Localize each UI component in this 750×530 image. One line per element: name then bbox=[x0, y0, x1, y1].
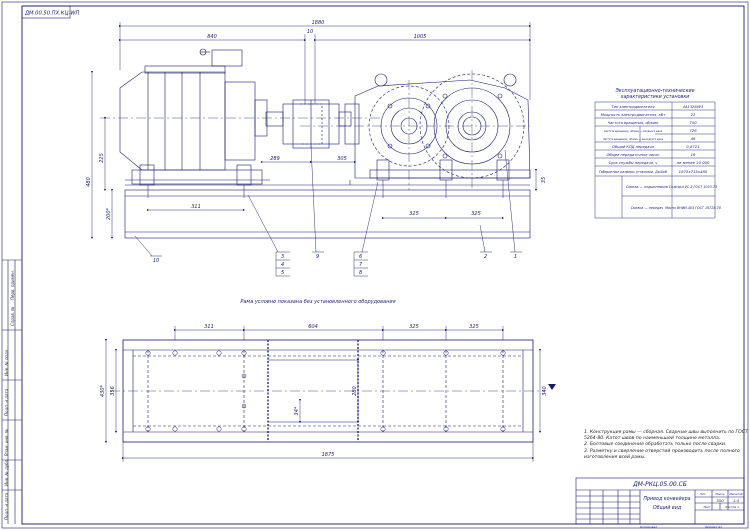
dim-reducer-bolts-2: 325 bbox=[471, 211, 481, 217]
table-row-0-value: 22 bbox=[691, 112, 696, 117]
table-row-2-label: Частота вращения, об/мин — входного вала bbox=[604, 129, 663, 133]
dim-coupling: 289 bbox=[270, 156, 280, 162]
plan-dim-width: 430* bbox=[100, 384, 106, 397]
callout-6: 6 bbox=[359, 254, 362, 260]
side-label-2: Инв. № дубл. bbox=[4, 458, 9, 486]
copied-label: Копировал bbox=[640, 525, 657, 529]
table-row-3-value: 46 bbox=[691, 136, 696, 141]
plan-dim-total: 1875 bbox=[322, 452, 335, 458]
format-label: Формат А1 bbox=[705, 525, 722, 529]
sheet-text: Лист bbox=[702, 505, 711, 509]
table-row-7-value: 1875х715х480 bbox=[679, 169, 708, 174]
coupling bbox=[265, 99, 352, 149]
side-label-3: Взам. инв. № bbox=[4, 428, 9, 456]
dim-shaft-height: 225 bbox=[99, 153, 105, 163]
table-header-label: Тип электродвигателя bbox=[611, 105, 655, 109]
table-title-1: Эксплуатационно-технические bbox=[614, 88, 694, 94]
table-row-8-value: Солидол УС-2 ГОСТ 1033-73 bbox=[669, 185, 717, 189]
dim-motor: 840 bbox=[207, 34, 217, 40]
side-label-5: Инв. № подл. bbox=[4, 348, 9, 376]
plan-dim-mid: 280 bbox=[352, 386, 358, 396]
callout-9: 9 bbox=[316, 254, 319, 260]
table-row-2-value: 726 bbox=[689, 128, 697, 133]
sheets-text: Листов 1 bbox=[724, 505, 739, 509]
side-label-7: Перв. примен. bbox=[10, 269, 15, 300]
drawing-sheet: ДМ.00.50.ПХ.КЦ-WП 1880 840 10 1005 289 3… bbox=[0, 0, 750, 530]
table-row-5-value: 16 bbox=[691, 152, 696, 157]
dim-right-height: 35 bbox=[541, 177, 547, 183]
tech-notes: 1. Конструкция рамы — сборная. Сварные ш… bbox=[584, 430, 748, 461]
callout-1: 1 bbox=[514, 254, 517, 260]
side-label-6: Справ. № bbox=[10, 306, 15, 326]
table-row-9-label: Смазка — передач bbox=[631, 206, 664, 210]
dim-reducer-bolts-1: 325 bbox=[409, 211, 419, 217]
table-row-9-value: Масло ВНИИ-403 ГОСТ 16728-78 bbox=[665, 206, 721, 210]
dim-overall: 1880 bbox=[312, 20, 325, 26]
plan-dim-2: 604 bbox=[308, 324, 318, 330]
scale-value: 1:4 bbox=[733, 498, 740, 503]
dim-frame-height: 200* bbox=[106, 207, 112, 220]
table-row-7-label: Габаритные размеры установки, ДхШхВ bbox=[599, 170, 667, 174]
mass-label: Масса bbox=[716, 492, 725, 496]
table-row-3-label: Частота вращения, об/мин — выходного вал… bbox=[603, 137, 664, 141]
plan-dim-small: 34* bbox=[294, 406, 300, 415]
dim-hub: 305 bbox=[337, 156, 347, 162]
callout-8: 8 bbox=[359, 270, 362, 276]
table-row-0-label: Мощность электродвигателя, кВт bbox=[601, 113, 666, 117]
note-line-5: изготовления всей рамы. bbox=[584, 454, 646, 460]
dim-left-bolts: 311 bbox=[191, 204, 201, 210]
plan-dim-1: 311 bbox=[204, 324, 214, 330]
callout-7: 7 bbox=[359, 262, 363, 268]
title-line-2: Общий вид bbox=[653, 505, 682, 511]
callout-10: 10 bbox=[153, 258, 159, 264]
table-row-5-label: Общее передаточное число bbox=[607, 153, 661, 157]
table-row-1-label: Частота вращения, об/мин bbox=[608, 121, 659, 125]
dim-gap: 10 bbox=[307, 29, 313, 35]
callout-2: 2 bbox=[484, 254, 487, 260]
side-label-4: Подп. и дата bbox=[4, 388, 9, 416]
base-frame-side bbox=[124, 179, 531, 239]
table-row-8-label: Смазка — подшипников bbox=[626, 185, 668, 189]
gear-reducer bbox=[300, 70, 531, 190]
callout-5: 5 bbox=[281, 270, 284, 276]
note-line-3: 2. Болтовые соединения обработать только… bbox=[584, 442, 727, 448]
table-title-2: характеристики установки bbox=[620, 95, 690, 100]
table-header-value: 4A132S6У3 bbox=[683, 105, 704, 109]
title-line-1: Привод конвейера bbox=[643, 496, 690, 502]
plan-dim-3: 325 bbox=[409, 324, 419, 330]
plan-dim-inner: 356 bbox=[110, 386, 116, 396]
callout-leaders bbox=[134, 145, 522, 277]
plan-bolt-holes bbox=[145, 350, 506, 432]
side-label-1: Подп. и дата bbox=[4, 492, 9, 520]
note-line-4: 3. Разметку и сверление отверстий произв… bbox=[584, 448, 740, 454]
callout-4: 4 bbox=[281, 262, 284, 268]
corner-code: ДМ.00.50.ПХ.КЦ-WП bbox=[24, 11, 79, 17]
callout-3: 3 bbox=[281, 254, 284, 260]
table-row-4-label: Общий КПД передачи bbox=[612, 145, 654, 149]
lit-label: Лит. bbox=[699, 492, 707, 496]
anchor-bolts bbox=[147, 180, 504, 198]
stamp-code: ДМ-РКЦ.05.00.СБ bbox=[632, 481, 687, 488]
table-row-4-value: 0,8721 bbox=[686, 144, 699, 149]
scale-label: Масштаб bbox=[729, 492, 743, 496]
mass-value: 350 bbox=[716, 498, 724, 503]
dim-reducer: 1005 bbox=[414, 34, 427, 40]
table-row-6-value: не менее 10 000 bbox=[677, 160, 710, 165]
plan-dim-4: 325 bbox=[469, 324, 479, 330]
dim-height: 480 bbox=[86, 177, 92, 187]
frame-caption: Рама условно показана без установленного… bbox=[240, 299, 395, 305]
plan-dim-right: 340 bbox=[542, 386, 548, 396]
table-row-1-value: 750 bbox=[689, 120, 697, 125]
electric-motor bbox=[100, 48, 380, 186]
table-row-6-label: Срок службы передачи, ч bbox=[609, 161, 658, 165]
